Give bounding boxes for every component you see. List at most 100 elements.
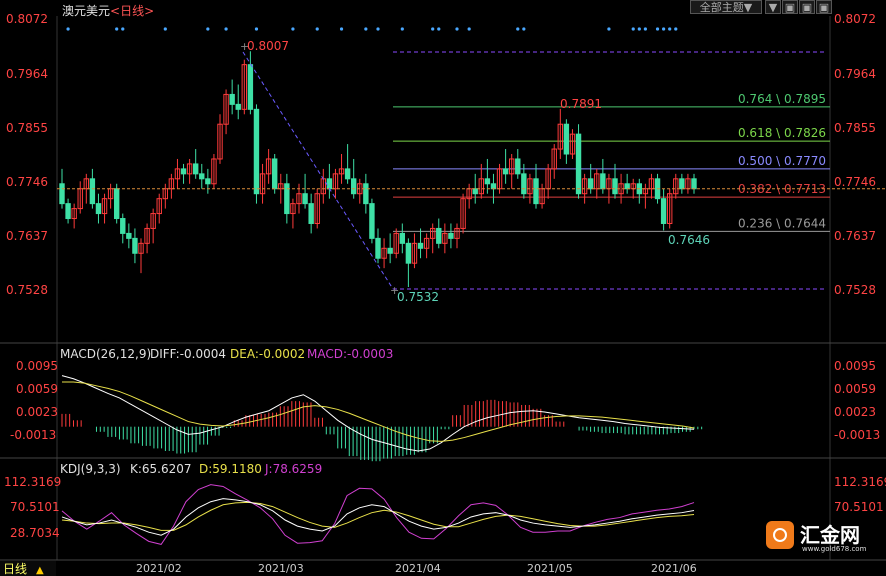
- candle-down: [59, 183, 65, 205]
- signal-dot: [431, 27, 435, 31]
- candle-down: [302, 193, 308, 205]
- candle-down: [612, 178, 618, 195]
- macd-tick-right: -0.0013: [834, 428, 880, 442]
- fib-level-label: 0.618 \ 0.7826: [738, 126, 826, 140]
- candle-down: [624, 183, 630, 190]
- candle-down: [271, 158, 278, 190]
- signal-dot: [115, 27, 119, 31]
- chart-canvas[interactable]: 0.8072 0.7964 0.7855 0.7746 0.7637 0.752…: [0, 0, 886, 576]
- period-tab[interactable]: 日线: [3, 562, 27, 576]
- signal-dot: [121, 27, 125, 31]
- price-tick-left: 0.7855: [6, 121, 48, 135]
- candle-down: [205, 178, 211, 185]
- signal-dot: [522, 27, 526, 31]
- candle-down: [369, 203, 375, 239]
- candle-down: [502, 168, 509, 175]
- fibonacci-retracement[interactable]: 0.764 \ 0.7895 0.618 \ 0.7826 0.500 \ 0.77…: [393, 92, 830, 232]
- candle-down: [660, 198, 667, 224]
- candle-down: [405, 242, 412, 264]
- signal-dot: [655, 27, 660, 31]
- kdj-j-label: J:78.6259: [264, 462, 322, 476]
- date-label: 2021/06: [651, 562, 697, 575]
- kdj-title: KDJ(9,3,3): [60, 462, 121, 476]
- candle-down: [180, 168, 187, 175]
- price-tick-right: 0.7637: [834, 229, 876, 243]
- date-label: 2021/04: [395, 562, 441, 575]
- period-tab-arrow-icon[interactable]: ▲: [36, 565, 44, 576]
- price-tick-left: 0.7964: [6, 67, 48, 81]
- kdj-tick-right: 70.5101: [834, 500, 884, 514]
- watermark-logo: 汇金网 www.gold678.com: [764, 517, 886, 561]
- watermark-brand: 汇金网: [800, 523, 860, 547]
- macd-tick-right: 0.0095: [834, 359, 876, 373]
- candle-down: [387, 247, 393, 254]
- candle-down: [436, 227, 442, 244]
- swing-low-label: 0.7646: [668, 233, 710, 247]
- candle-down: [679, 178, 685, 190]
- macd-dea-line: [62, 381, 695, 442]
- macd-tick-left: 0.0095: [16, 359, 58, 373]
- signal-dot: [674, 27, 678, 31]
- candle-down: [490, 183, 497, 190]
- candle-down: [448, 232, 454, 239]
- candle-down: [587, 178, 594, 190]
- price-tick-right: 0.7528: [834, 283, 876, 297]
- candle-down: [247, 64, 254, 110]
- kdj-tick-left: 28.7034: [10, 526, 60, 540]
- signal-dot: [668, 27, 672, 31]
- candle-down: [484, 178, 491, 185]
- macd-title: MACD(26,12,9): [60, 347, 151, 361]
- signal-dot: [254, 27, 259, 31]
- kdj-d-label: D:59.1180: [199, 462, 262, 476]
- candle-down: [308, 203, 314, 224]
- swing-high-label: 0.7891: [560, 97, 602, 111]
- low-label: 0.7532: [397, 290, 439, 304]
- kdj-d-line: [61, 501, 695, 531]
- signal-dot: [376, 27, 380, 31]
- macd-diff-line: [61, 375, 695, 452]
- signal-dot: [206, 27, 210, 31]
- candle-down: [235, 103, 241, 110]
- trend-line[interactable]: [242, 51, 394, 290]
- macd-tick-left: -0.0013: [10, 428, 56, 442]
- signal-dot: [163, 27, 167, 31]
- signal-dot: [643, 27, 647, 31]
- signal-dot: [339, 27, 344, 31]
- macd-histogram: [61, 399, 703, 462]
- signal-dot: [66, 27, 70, 31]
- kdj-tick-left: 70.5101: [10, 500, 60, 514]
- kdj-tick-left: 112.3169: [4, 475, 61, 489]
- price-tick-right: 0.8072: [834, 12, 876, 26]
- candle-down: [515, 158, 521, 175]
- kdj-j-line: [61, 484, 695, 545]
- macd-tick-right: 0.0059: [834, 382, 876, 396]
- high-label: 0.8007: [247, 39, 289, 53]
- candle-down: [600, 173, 606, 190]
- signal-dot: [516, 27, 520, 31]
- signal-dot: [224, 27, 228, 31]
- signal-dot: [607, 27, 611, 31]
- watermark-url: www.gold678.com: [802, 545, 867, 553]
- candle-down: [575, 133, 582, 195]
- candle-down: [229, 93, 235, 105]
- macd-dea-label: DEA:-0.0002: [230, 347, 305, 361]
- candle-down: [65, 203, 71, 220]
- price-tick-left: 0.7637: [6, 229, 48, 243]
- candle-down: [120, 218, 126, 234]
- price-tick-left: 0.8072: [6, 12, 48, 26]
- date-label: 2021/02: [136, 562, 182, 575]
- signal-dot: [437, 27, 441, 31]
- candle-down: [533, 178, 539, 205]
- fib-level-label: 0.500 \ 0.7770: [738, 154, 826, 168]
- macd-tick-left: 0.0059: [16, 382, 58, 396]
- candle-down: [132, 237, 138, 254]
- candle-down: [472, 188, 478, 195]
- candle-down: [326, 178, 333, 190]
- macd-tick-right: 0.0023: [834, 405, 876, 419]
- signal-dot: [662, 27, 666, 31]
- signal-dots: [66, 27, 678, 31]
- kdj-k-label: K:65.6207: [130, 462, 192, 476]
- signal-dot: [637, 27, 641, 31]
- macd-value-label: MACD:-0.0003: [307, 347, 393, 361]
- macd-diff-label: DIFF:-0.0004: [150, 347, 226, 361]
